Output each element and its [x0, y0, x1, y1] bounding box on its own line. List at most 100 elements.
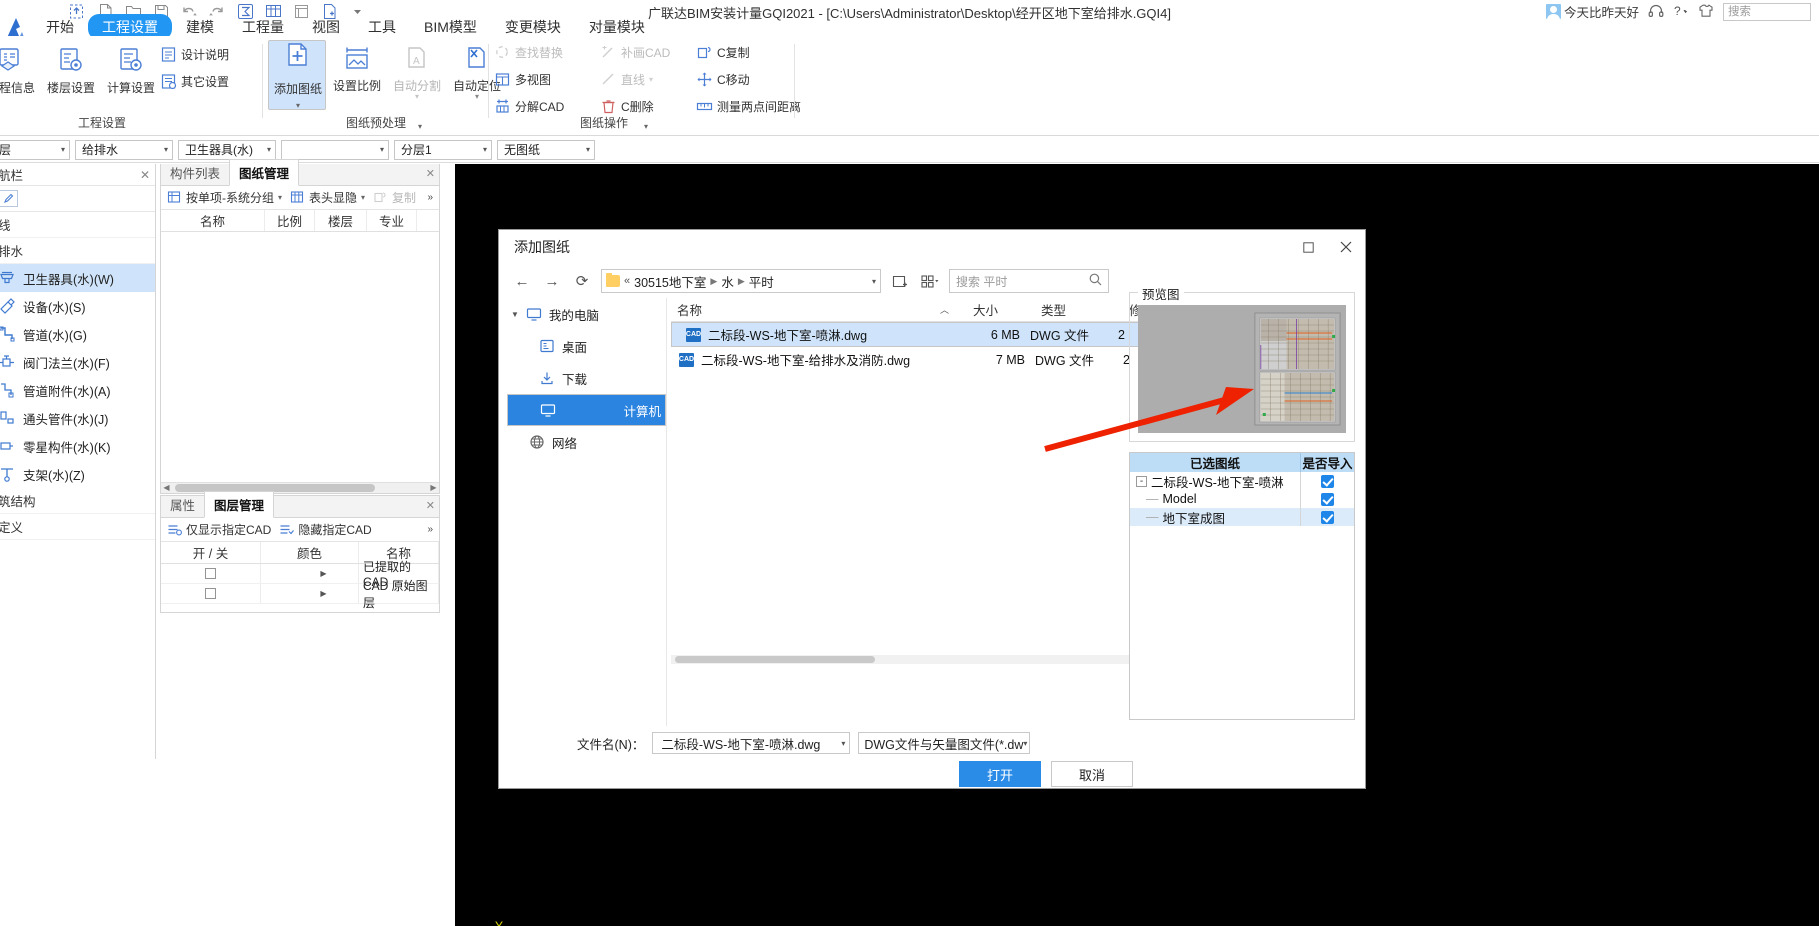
scroll-right-icon[interactable]: ▶ [428, 483, 439, 493]
import-checkbox-cell[interactable] [1300, 490, 1354, 508]
arrow-left-icon[interactable]: ← [511, 270, 533, 292]
multi-view-button[interactable]: 多视图 [494, 71, 600, 88]
sort-asc-icon[interactable]: ︿ [940, 303, 949, 316]
project-info-button[interactable]: 工程信息 [0, 42, 40, 96]
import-checkbox-cell[interactable] [1300, 472, 1354, 490]
selected-grid-row[interactable]: — 地下室成图 [1130, 508, 1354, 526]
tab-layer-manager[interactable]: 图层管理 [204, 491, 275, 518]
layer-visibility-checkbox[interactable] [205, 568, 216, 579]
color-dropdown-icon[interactable]: ▶ [320, 569, 326, 578]
sidebar-item-misc-part[interactable]: 零星构件(水)(K) [0, 432, 155, 460]
column-header-type[interactable]: 类型 [1035, 300, 1123, 319]
color-dropdown-icon[interactable]: ▶ [320, 589, 326, 598]
floor-settings-button[interactable]: 楼层设置 [42, 42, 100, 96]
header-toggle-button[interactable]: 表头显隐 ▾ [290, 189, 365, 206]
view-mode-icon[interactable] [919, 270, 941, 292]
hide-specified-cad-button[interactable]: 隐藏指定CAD [279, 521, 372, 538]
design-note-button[interactable]: 设计说明 [160, 46, 229, 63]
sidebar-item-pipe-fitting[interactable]: 管道附件(水)(A) [0, 376, 155, 404]
calc-settings-button[interactable]: 计算设置 [102, 42, 160, 96]
other-settings-button[interactable]: 其它设置 [160, 73, 229, 90]
set-scale-button[interactable]: 设置比例 [328, 40, 386, 110]
tab-properties[interactable]: 属性 [161, 492, 204, 517]
arrow-right-icon[interactable]: → [541, 270, 563, 292]
discipline-select[interactable]: 给排水 ▾ [75, 139, 173, 160]
floor-select[interactable]: 层 ▾ [0, 139, 70, 160]
refresh-icon[interactable]: ⟳ [571, 270, 593, 292]
breadcrumb-segment-1[interactable]: 30515地下室 [634, 272, 706, 291]
chevron-down-icon[interactable]: ▾ [649, 75, 653, 83]
edit-pen-icon[interactable] [0, 190, 18, 207]
sidebar-item-bracket[interactable]: 支架(水)(Z) [0, 460, 155, 488]
chevron-down-icon[interactable]: ▾ [475, 93, 479, 101]
chevron-down-icon[interactable]: ▾ [1023, 739, 1027, 748]
item-select[interactable]: ▾ [281, 139, 389, 160]
drawing-table-body[interactable] [161, 232, 439, 412]
search-input[interactable]: 搜索 平时 [949, 269, 1109, 293]
group-by-button[interactable]: 按单项-系统分组 ▾ [167, 189, 282, 206]
chevron-down-icon[interactable]: ▾ [644, 122, 648, 131]
chevron-down-icon[interactable]: ▾ [418, 122, 422, 131]
filename-input[interactable]: 二标段-WS-地下室-喷淋.dwg ▾ [652, 732, 851, 754]
file-row[interactable]: CAD 二标段-WS-地下室-给排水及消防.dwg 7 MB DWG 文件 2 [671, 347, 1145, 372]
breadcrumb[interactable]: « 30515地下室 ▶ 水 ▶ 平时 ▾ [601, 269, 881, 293]
scroll-thumb[interactable] [675, 656, 875, 663]
table-row[interactable]: ▶ CAD 原始图层 [161, 579, 439, 610]
sidebar-item-joint[interactable]: 通头管件(水)(J) [0, 404, 155, 432]
collapse-icon[interactable]: - [1136, 475, 1147, 487]
chevron-down-icon[interactable]: ▼ [511, 310, 519, 319]
column-header-name[interactable]: 名称 ︿ [671, 300, 967, 319]
line-button[interactable]: 直线 ▾ [600, 71, 696, 88]
tree-node-desktop[interactable]: 桌面 [507, 330, 666, 362]
chevron-double-right-icon[interactable]: » [427, 192, 433, 203]
explode-cad-button[interactable]: 分解CAD [494, 98, 600, 115]
tree-node-downloads[interactable]: 下载 [507, 362, 666, 394]
redraw-cad-button[interactable]: 补画CAD [600, 44, 696, 61]
tab-component-list[interactable]: 构件列表 [161, 160, 229, 185]
close-icon[interactable]: ✕ [426, 167, 435, 180]
copy-row-button[interactable]: 复制 [373, 189, 416, 206]
find-replace-button[interactable]: 查找替换 [494, 44, 600, 61]
file-row[interactable]: CAD 二标段-WS-地下室-喷淋.dwg 6 MB DWG 文件 2 [671, 322, 1145, 347]
breadcrumb-segment-2[interactable]: 水 [721, 272, 734, 291]
chevron-down-icon[interactable]: ▾ [296, 102, 300, 110]
copy-button[interactable]: C复制 [696, 44, 801, 61]
import-checkbox[interactable] [1321, 492, 1334, 506]
chevron-double-right-icon[interactable]: » [427, 524, 433, 535]
filetype-select[interactable]: DWG文件与矢量图文件(*.dw ▾ [858, 732, 1031, 754]
import-checkbox-cell[interactable] [1300, 508, 1354, 526]
file-list-hscrollbar[interactable] [671, 655, 1145, 664]
move-button[interactable]: C移动 [696, 71, 801, 88]
selected-grid-row[interactable]: - 二标段-WS-地下室-喷淋 [1130, 472, 1354, 490]
tree-node-computer[interactable]: 计算机 [507, 394, 666, 426]
sidebar-item-equipment[interactable]: 设备(水)(S) [0, 292, 155, 320]
import-checkbox[interactable] [1321, 510, 1334, 524]
close-icon[interactable]: ✕ [426, 499, 435, 512]
tree-node-my-computer[interactable]: ▼ 我的电脑 [507, 298, 666, 330]
cancel-button[interactable]: 取消 [1051, 761, 1133, 787]
sidebar-item-valve-flange[interactable]: 阀门法兰(水)(F) [0, 348, 155, 376]
sidebar-item-pipe[interactable]: 管道(水)(G) [0, 320, 155, 348]
chevron-down-icon[interactable]: ▾ [872, 277, 876, 286]
chevron-down-icon[interactable]: ▾ [361, 193, 365, 201]
delete-button[interactable]: C删除 [600, 98, 696, 115]
close-icon[interactable]: ✕ [140, 168, 150, 182]
layer-visibility-checkbox[interactable] [205, 588, 216, 599]
show-specified-cad-button[interactable]: 仅显示指定CAD [167, 521, 271, 538]
tree-node-network[interactable]: 网络 [507, 426, 666, 458]
close-icon[interactable] [1335, 236, 1357, 258]
import-checkbox[interactable] [1321, 474, 1334, 488]
component-select[interactable]: 卫生器具(水) ▾ [178, 139, 276, 160]
chevron-down-icon[interactable]: ▾ [278, 193, 282, 201]
measure-distance-button[interactable]: 测量两点间距离 [696, 98, 801, 115]
open-button[interactable]: 打开 [959, 761, 1041, 787]
sidebar-item-sanitary-ware[interactable]: 卫生器具(水)(W) [0, 264, 155, 292]
layer-select[interactable]: 分层1 ▾ [394, 139, 492, 160]
chevron-down-icon[interactable]: ▾ [841, 739, 845, 748]
auto-split-button[interactable]: A 自动分割 ▾ [388, 40, 446, 110]
tab-drawing-manager[interactable]: 图纸管理 [229, 159, 300, 186]
column-header-size[interactable]: 大小 [967, 300, 1035, 319]
add-drawing-button[interactable]: 添加图纸 ▾ [268, 40, 326, 110]
chevron-down-icon[interactable]: ▾ [415, 93, 419, 101]
selected-grid-row[interactable]: — Model [1130, 490, 1354, 508]
